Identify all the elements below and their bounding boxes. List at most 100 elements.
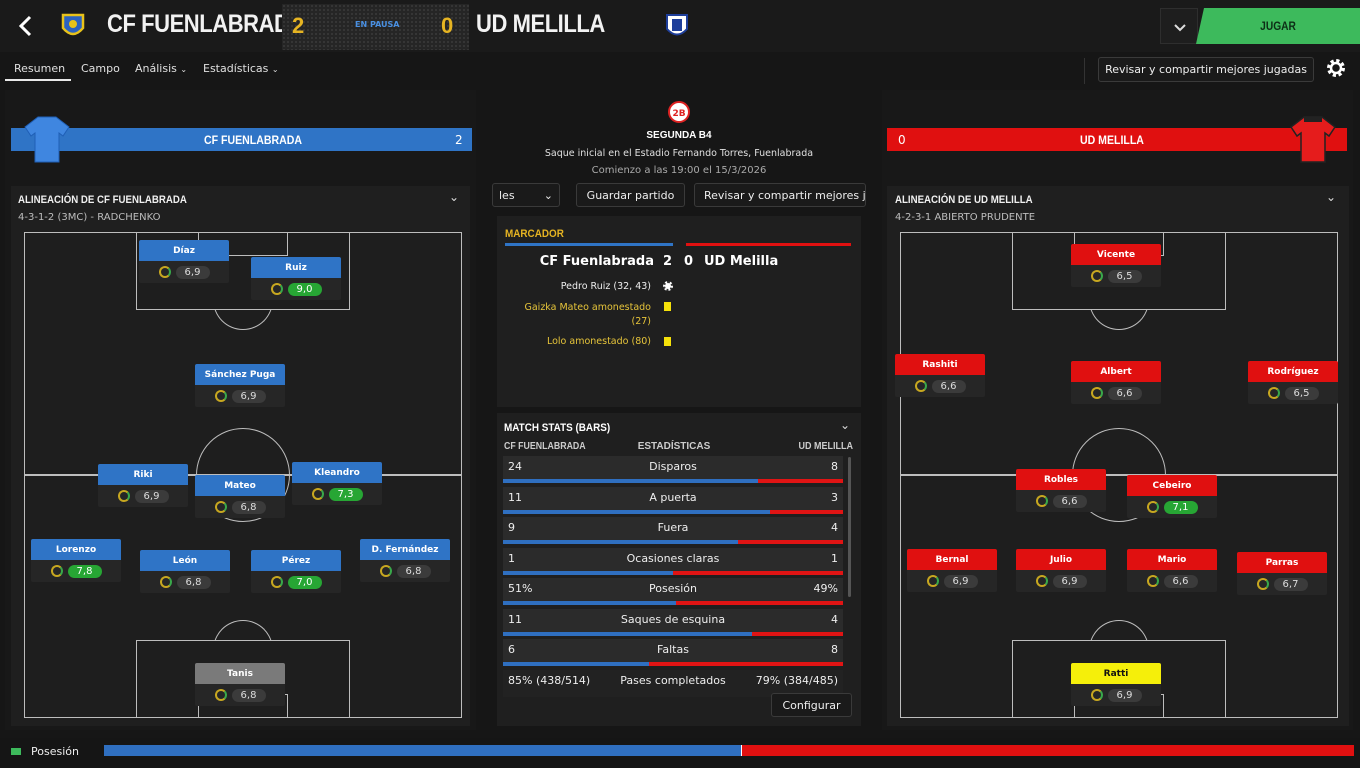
player-card[interactable]: Mario 6,6: [1127, 549, 1217, 595]
player-name: Tanis: [195, 663, 285, 684]
player-name: Parras: [1237, 552, 1327, 573]
player-card[interactable]: Kleandro 7,3: [292, 462, 382, 508]
player-rating-row: 6,9: [1016, 570, 1106, 592]
goal-event: Pedro Ruiz (32, 43): [560, 281, 651, 292]
away-score: 0: [441, 13, 454, 38]
player-rating-row: 6,9: [1071, 684, 1161, 706]
condition-icon: [379, 565, 392, 577]
home-team-name: CF FUENLABRADA: [107, 10, 305, 38]
player-card[interactable]: Riki 6,9: [98, 464, 188, 510]
stat-label: A puerta: [649, 490, 697, 504]
home-banner-name: CF FUENLABRADA: [204, 133, 302, 147]
chevron-down-icon: ⌄: [271, 65, 279, 74]
chevron-down-icon: ⌄: [543, 188, 553, 202]
stat-row: 6 Faltas 8: [503, 639, 843, 666]
footer-label: Posesión: [31, 745, 79, 758]
match-venue: Saque inicial en el Estadio Fernando Tor…: [544, 148, 814, 159]
player-card[interactable]: Albert 6,6: [1071, 361, 1161, 407]
condition-icon: [1146, 575, 1159, 587]
player-rating: 9,0: [287, 282, 322, 296]
scoreboard-title: MARCADOR: [505, 228, 564, 240]
player-card[interactable]: Ratti 6,9: [1071, 663, 1161, 709]
condition-icon: [1035, 495, 1048, 507]
player-rating: 6,8: [396, 564, 431, 578]
player-name: Albert: [1071, 361, 1161, 382]
player-rating-row: 6,9: [195, 385, 285, 407]
condition-icon: [1267, 387, 1280, 399]
player-rating-row: 7,8: [31, 560, 121, 582]
home-lineup-title: ALINEACIÓN DE CF FUENLABRADA: [18, 194, 187, 206]
chevron-down-icon[interactable]: ⌄: [840, 418, 850, 432]
tab-analisis-label: Análisis: [135, 62, 177, 75]
stat-bar-away: [648, 662, 843, 666]
player-card[interactable]: Mateo 6,8: [195, 475, 285, 521]
condition-icon: [270, 283, 283, 295]
player-card[interactable]: Vicente 6,5: [1071, 244, 1161, 290]
view-dropdown-value: les: [499, 188, 515, 202]
tab-analisis[interactable]: Análisis ⌄: [135, 62, 187, 75]
competition-name: SEGUNDA B4: [646, 130, 712, 141]
gear-icon[interactable]: [1325, 57, 1347, 79]
player-rating: 6,9: [1107, 688, 1142, 702]
player-name: Sánchez Puga: [195, 364, 285, 385]
player-card[interactable]: Rodríguez 6,5: [1248, 361, 1338, 407]
review-share-button[interactable]: Revisar y compartir mejores ju: [694, 183, 866, 207]
player-card[interactable]: Parras 6,7: [1237, 552, 1327, 598]
back-icon[interactable]: [16, 14, 36, 38]
player-card[interactable]: Lorenzo 7,8: [31, 539, 121, 585]
player-rating: 7,1: [1163, 500, 1198, 514]
home-formation: 4-3-1-2 (3MC) - RADCHENKO: [18, 212, 161, 223]
player-rating-row: 6,5: [1248, 382, 1338, 404]
player-card[interactable]: Díaz 6,9: [139, 240, 229, 286]
player-card[interactable]: Cebeiro 7,1: [1127, 475, 1217, 521]
chevron-down-icon[interactable]: ⌄: [1326, 190, 1336, 204]
player-name: Lorenzo: [31, 539, 121, 560]
player-card[interactable]: Bernal 6,9: [907, 549, 997, 595]
stats-scrollbar[interactable]: [848, 457, 851, 597]
stat-bar-away: [738, 540, 843, 544]
stat-bar-home: [503, 509, 771, 514]
configure-button[interactable]: Configurar: [771, 693, 852, 717]
play-button[interactable]: JUGAR: [1196, 8, 1360, 44]
match-status: EN PAUSA: [355, 20, 400, 29]
player-card[interactable]: Tanis 6,8: [195, 663, 285, 709]
tab-campo[interactable]: Campo: [81, 62, 120, 75]
player-name: Bernal: [907, 549, 997, 570]
save-match-button[interactable]: Guardar partido: [576, 183, 685, 207]
competition-badge-text: 2B: [672, 109, 685, 119]
player-card[interactable]: D. Fernández 6,8: [360, 539, 450, 585]
player-name: Vicente: [1071, 244, 1161, 265]
player-card[interactable]: Robles 6,6: [1016, 469, 1106, 515]
condition-icon: [1090, 270, 1103, 282]
player-rating: 6,8: [231, 688, 266, 702]
home-banner-score: 2: [455, 133, 463, 147]
stat-away-value: 4: [831, 612, 838, 626]
stat-bar-home: [503, 540, 739, 544]
player-card[interactable]: Rashiti 6,6: [895, 354, 985, 400]
player-rating-row: 6,8: [195, 684, 285, 706]
condition-icon: [1146, 501, 1159, 513]
scoreboard-home-line: [505, 243, 673, 246]
player-card[interactable]: León 6,8: [140, 550, 230, 596]
stats-col-home: CF FUENLABRADA: [504, 441, 586, 452]
player-name: Robles: [1016, 469, 1106, 490]
player-card[interactable]: Ruiz 9,0: [251, 257, 341, 303]
stat-row: 11 A puerta 3: [503, 486, 843, 514]
tab-estadisticas[interactable]: Estadísticas ⌄: [203, 62, 279, 75]
condition-icon: [1090, 689, 1103, 701]
play-dropdown-button[interactable]: [1160, 8, 1198, 44]
player-card[interactable]: Pérez 7,0: [251, 550, 341, 596]
player-card[interactable]: Julio 6,9: [1016, 549, 1106, 595]
condition-icon: [50, 565, 63, 577]
player-rating-row: 7,1: [1127, 496, 1217, 518]
view-dropdown[interactable]: les ⌄: [492, 183, 560, 207]
player-card[interactable]: Sánchez Puga 6,9: [195, 364, 285, 410]
yellow-card-icon: [664, 337, 671, 346]
review-highlights-button[interactable]: Revisar y compartir mejores jugadas: [1098, 57, 1314, 82]
player-name: Rodríguez: [1248, 361, 1338, 382]
tab-resumen[interactable]: Resumen: [14, 62, 65, 75]
player-rating-row: 7,0: [251, 571, 341, 593]
player-rating: 6,6: [1107, 386, 1142, 400]
chevron-down-icon[interactable]: ⌄: [449, 190, 459, 204]
player-name: Mateo: [195, 475, 285, 496]
